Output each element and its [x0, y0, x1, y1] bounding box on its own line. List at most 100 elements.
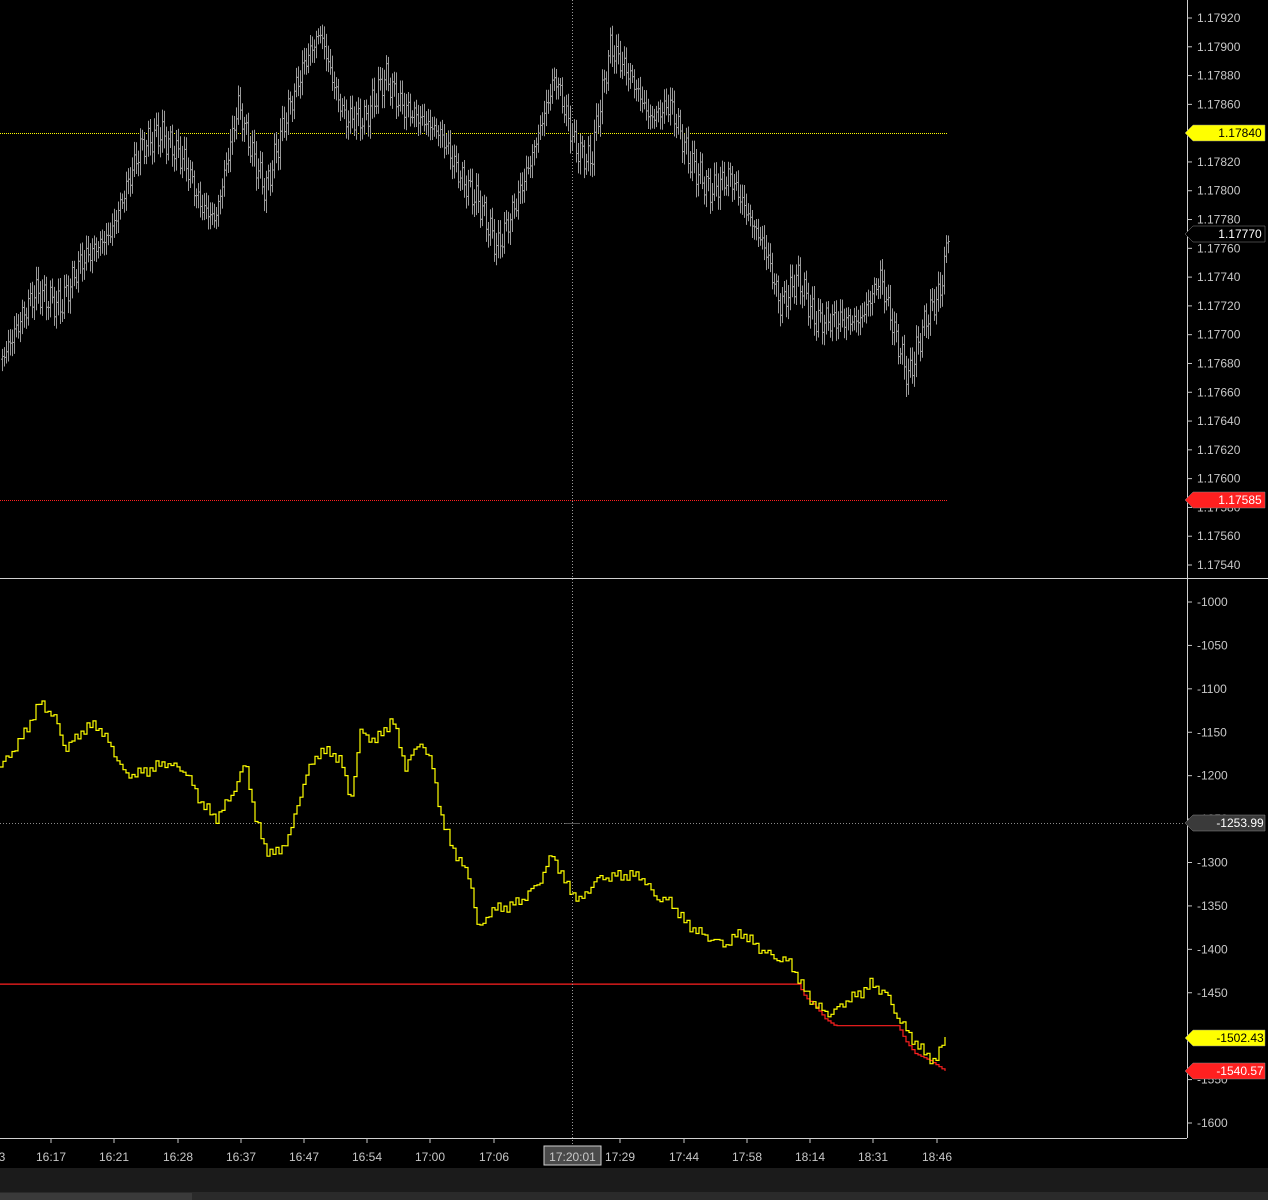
equity-panel[interactable] — [0, 700, 1185, 1071]
price-bar — [207, 195, 210, 230]
price-bar — [739, 184, 742, 214]
price-bar — [337, 78, 340, 113]
price-bar — [615, 34, 618, 74]
price-bar — [751, 209, 754, 238]
price-bar — [163, 110, 166, 149]
price-bar — [293, 83, 296, 120]
price-bar — [379, 66, 382, 91]
time-tick-label: 16:37 — [226, 1150, 256, 1164]
price-bar — [817, 298, 820, 338]
price-bar — [395, 72, 398, 120]
price-bar — [47, 300, 50, 320]
equity-tick-label: -1600 — [1197, 1116, 1228, 1130]
time-tick-label: 16:54 — [352, 1150, 382, 1164]
price-bar — [129, 167, 132, 197]
price-bar — [947, 235, 950, 254]
time-tick-label: 17:00 — [415, 1150, 445, 1164]
price-bar — [835, 300, 838, 341]
price-bar — [631, 64, 634, 83]
price-bar — [55, 290, 58, 329]
price-bar — [887, 284, 890, 307]
price-panel[interactable] — [0, 24, 1268, 579]
price-bar — [587, 136, 590, 172]
price-bar — [325, 33, 328, 72]
price-bar — [9, 329, 12, 356]
price-bar — [653, 108, 656, 129]
price-bar — [597, 103, 600, 134]
price-bar — [75, 269, 78, 290]
price-bar — [307, 43, 310, 74]
price-bar — [21, 299, 24, 335]
price-bar — [579, 133, 582, 175]
time-tick-label: 17:06 — [479, 1150, 509, 1164]
price-bar — [729, 162, 732, 187]
price-bar — [665, 88, 668, 116]
time-tick-label: 17:44 — [669, 1150, 699, 1164]
price-bar — [837, 311, 840, 340]
price-bar — [147, 120, 150, 157]
y-axis[interactable]: 1.17920 1.17900 1.17880 1.17860 1.17840 1.178… — [1184, 0, 1266, 1138]
price-bar — [263, 177, 266, 212]
price-bar — [507, 211, 510, 244]
price-bar — [515, 198, 518, 217]
price-bar — [77, 251, 80, 293]
price-bar — [791, 264, 794, 298]
price-bar — [167, 131, 170, 161]
price-bar — [7, 329, 10, 362]
price-tick-label: 1.17640 — [1197, 414, 1241, 428]
price-bar — [83, 250, 86, 280]
price-bar — [403, 92, 406, 130]
price-bar — [123, 190, 126, 213]
price-bar — [375, 93, 378, 115]
crosshair-time-label: 17:20:01 — [549, 1150, 596, 1164]
price-bar — [659, 99, 662, 130]
price-bar — [343, 96, 346, 120]
price-bar — [235, 107, 238, 140]
price-bar — [151, 131, 154, 165]
price-bar — [785, 279, 788, 318]
price-bar — [255, 141, 258, 191]
price-bar — [423, 103, 426, 132]
price-bar — [17, 314, 20, 339]
price-bar — [95, 237, 98, 262]
price-bar — [939, 272, 942, 309]
lower-level-tag: 1.17585 — [1184, 491, 1266, 509]
price-bar — [475, 173, 478, 216]
trading-chart[interactable]: 1.17920 1.17900 1.17880 1.17860 1.17840 1.178… — [0, 0, 1268, 1168]
price-bar — [771, 252, 774, 290]
price-bar — [481, 196, 484, 227]
price-bar — [355, 101, 358, 140]
price-bar — [41, 279, 44, 316]
scrollbar-thumb[interactable] — [0, 1193, 192, 1200]
price-bar — [635, 79, 638, 102]
price-bar — [943, 246, 946, 295]
price-bar — [705, 169, 708, 208]
price-bar — [63, 274, 66, 320]
price-bar — [139, 128, 142, 176]
price-bar — [341, 98, 344, 118]
price-tick-label: 1.17780 — [1197, 213, 1241, 227]
price-bar — [845, 307, 848, 341]
price-bar — [707, 168, 710, 192]
price-bar — [721, 160, 724, 191]
price-bar — [539, 115, 542, 140]
price-bar — [923, 305, 926, 337]
price-bar — [881, 258, 884, 295]
price-bar — [439, 121, 442, 149]
equity-tick-label: -1350 — [1197, 899, 1228, 913]
price-bar — [281, 105, 284, 142]
price-bar — [685, 127, 688, 155]
price-bar — [43, 275, 46, 303]
price-bar — [283, 106, 286, 138]
price-bar — [13, 316, 16, 354]
price-bar — [633, 69, 636, 99]
price-bar — [297, 66, 300, 97]
price-bar — [137, 150, 140, 177]
price-bar — [373, 77, 376, 118]
price-bar — [531, 144, 534, 179]
price-bar — [667, 94, 670, 123]
price-bar — [213, 203, 216, 228]
price-bar — [677, 108, 680, 135]
price-bar — [73, 260, 76, 287]
price-bar — [91, 238, 94, 274]
